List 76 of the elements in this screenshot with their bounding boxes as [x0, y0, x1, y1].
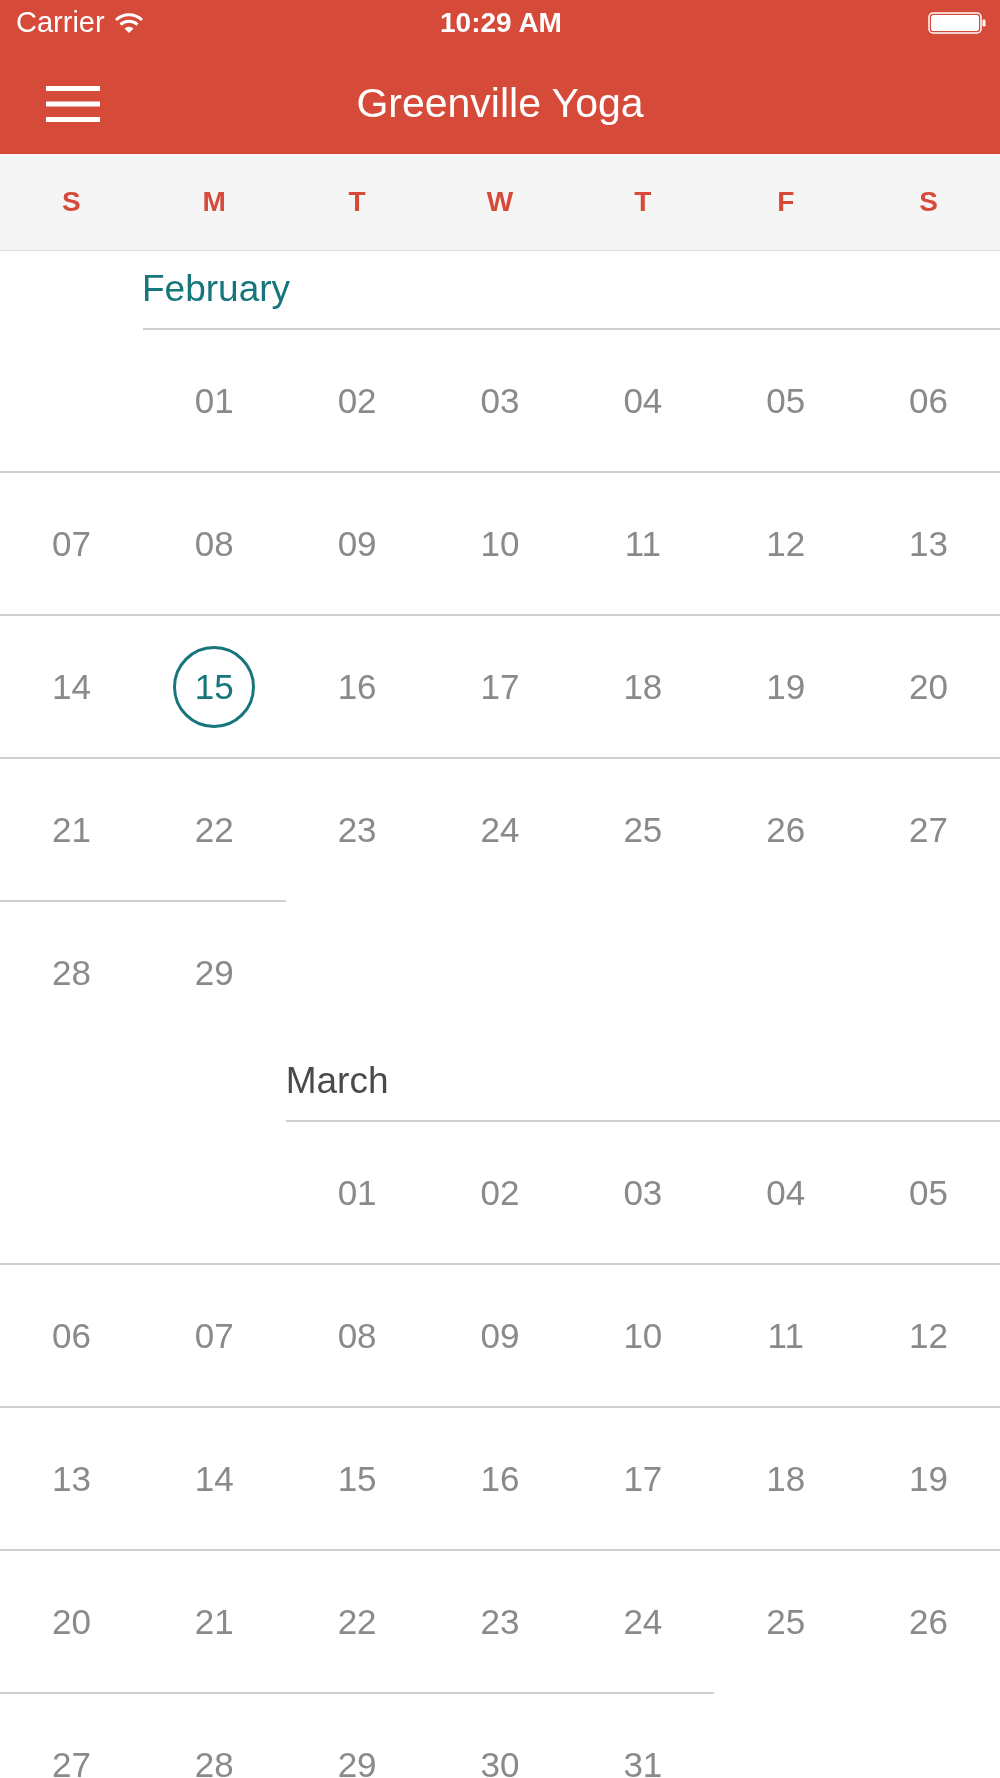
calendar-day[interactable]: 30	[480, 1747, 520, 1778]
calendar-day[interactable]: 24	[480, 812, 520, 847]
weekday-label: T	[348, 188, 366, 216]
calendar-day[interactable]: 06	[51, 1318, 91, 1353]
calendar-day[interactable]: 22	[337, 1604, 377, 1639]
calendar-day[interactable]: 13	[909, 526, 949, 561]
menu-icon	[46, 85, 100, 122]
calendar-day[interactable]: 11	[767, 1318, 804, 1353]
calendar-day[interactable]: 03	[623, 1175, 663, 1210]
calendar-day[interactable]: 13	[51, 1461, 91, 1496]
calendar-day[interactable]: 21	[51, 812, 91, 847]
weekday-label: S	[62, 188, 81, 216]
calendar-day[interactable]: 15	[337, 1461, 377, 1496]
calendar-day[interactable]: 06	[909, 383, 949, 418]
calendar-day[interactable]: 09	[337, 526, 377, 561]
month-label: March	[285, 1061, 389, 1102]
calendar-day[interactable]: 19	[909, 1461, 949, 1496]
calendar-day[interactable]: 14	[194, 1461, 234, 1496]
calendar-day[interactable]: 17	[480, 669, 520, 704]
calendar-day[interactable]: 27	[51, 1747, 91, 1778]
calendar-day[interactable]: 07	[194, 1318, 234, 1353]
calendar-day[interactable]: 25	[623, 812, 663, 847]
calendar-day[interactable]: 23	[480, 1604, 520, 1639]
calendar-day[interactable]: 07	[51, 526, 91, 561]
weekday-label: W	[486, 188, 514, 216]
calendar-day[interactable]: 05	[909, 1175, 949, 1210]
calendar-day[interactable]: 12	[766, 526, 806, 561]
calendar-day[interactable]: 28	[51, 955, 91, 990]
carrier-label: Carrier	[16, 8, 105, 37]
calendar-day[interactable]: 02	[337, 383, 377, 418]
calendar-day[interactable]: 17	[623, 1461, 663, 1496]
calendar-day[interactable]: 26	[909, 1604, 949, 1639]
weekday-label: S	[919, 188, 938, 216]
calendar-day[interactable]: 04	[766, 1175, 806, 1210]
calendar-day[interactable]: 29	[337, 1747, 377, 1778]
calendar-day[interactable]: 01	[194, 383, 234, 418]
calendar-day[interactable]: 26	[766, 812, 806, 847]
calendar-day[interactable]: 20	[909, 669, 949, 704]
calendar-day[interactable]: 16	[480, 1461, 520, 1496]
month-label: February	[142, 269, 291, 310]
calendar-day[interactable]: 01	[337, 1175, 377, 1210]
app-title: Greenville Yoga	[356, 80, 644, 127]
calendar-day[interactable]: 16	[337, 669, 377, 704]
calendar-day[interactable]: 20	[51, 1604, 91, 1639]
calendar-day[interactable]: 09	[480, 1318, 520, 1353]
calendar-day[interactable]: 05	[766, 383, 806, 418]
wifi-icon	[114, 12, 143, 33]
calendar-day[interactable]: 08	[337, 1318, 377, 1353]
calendar-day[interactable]: 18	[623, 669, 663, 704]
calendar-day[interactable]: 04	[623, 383, 663, 418]
calendar-day[interactable]: 28	[194, 1747, 234, 1778]
calendar-day[interactable]: 24	[623, 1604, 663, 1639]
calendar-day[interactable]: 10	[480, 526, 520, 561]
calendar-day[interactable]: 08	[194, 526, 234, 561]
calendar-day[interactable]: 14	[51, 669, 91, 704]
status-time: 10:29 AM	[440, 8, 562, 37]
calendar-day[interactable]: 15	[173, 645, 256, 728]
calendar-day[interactable]: 22	[194, 812, 234, 847]
calendar-day[interactable]: 29	[194, 955, 234, 990]
calendar-day[interactable]: 25	[766, 1604, 806, 1639]
weekday-label: T	[634, 188, 652, 216]
calendar-day[interactable]: 11	[624, 526, 661, 561]
calendar-day[interactable]: 31	[623, 1747, 663, 1778]
battery-icon	[928, 11, 986, 34]
calendar-day[interactable]: 19	[766, 669, 806, 704]
calendar-day[interactable]: 21	[194, 1604, 234, 1639]
menu-button[interactable]	[46, 85, 100, 122]
weekday-label: F	[777, 188, 795, 216]
weekday-label: M	[202, 188, 226, 216]
calendar-day[interactable]: 23	[337, 812, 377, 847]
calendar-day[interactable]: 02	[480, 1175, 520, 1210]
calendar-day[interactable]: 03	[480, 383, 520, 418]
calendar-day[interactable]: 18	[766, 1461, 806, 1496]
calendar-day[interactable]: 12	[909, 1318, 949, 1353]
calendar-day[interactable]: 10	[623, 1318, 663, 1353]
calendar-day[interactable]: 27	[909, 812, 949, 847]
